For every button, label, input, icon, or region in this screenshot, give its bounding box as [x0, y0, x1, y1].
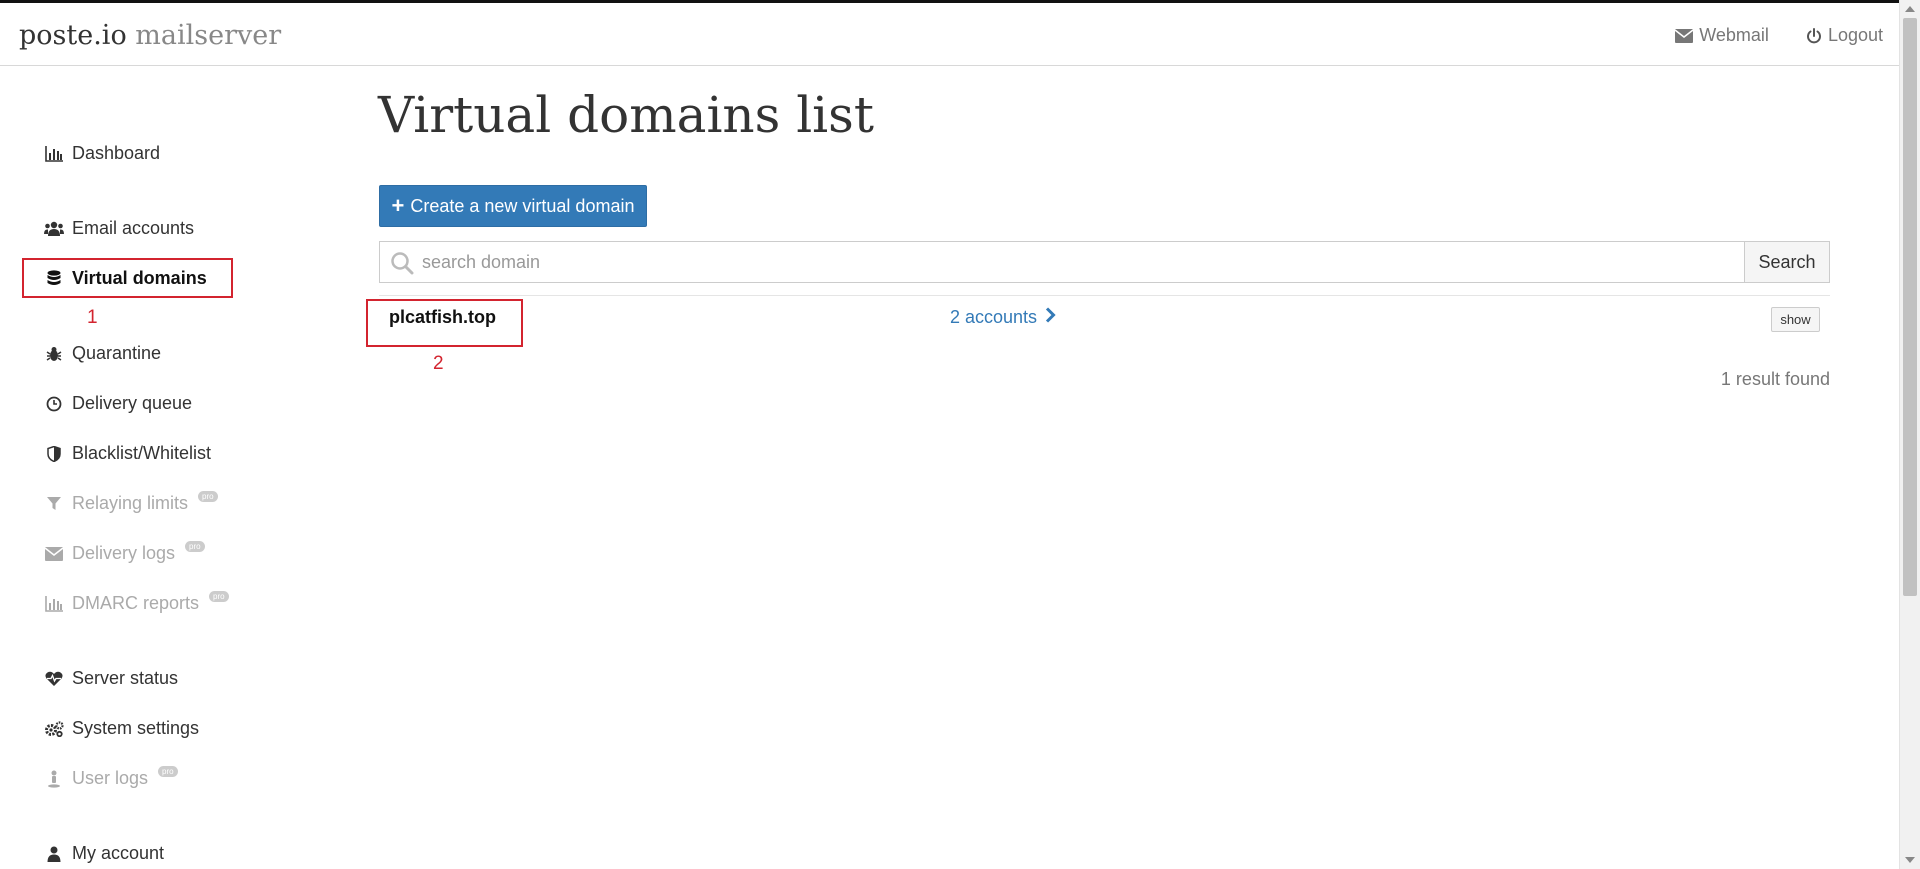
pro-badge: pro [209, 591, 229, 602]
sidebar-item-dmarc-reports: DMARC reports pro [44, 591, 229, 614]
pro-badge: pro [198, 491, 218, 502]
sidebar-item-quarantine[interactable]: Quarantine [44, 343, 161, 364]
brand-primary: poste.io [19, 20, 127, 51]
envelope-icon [44, 544, 64, 564]
page-title: Virtual domains list [378, 86, 874, 144]
scrollbar-thumb[interactable] [1903, 18, 1917, 596]
shield-icon [44, 444, 64, 464]
users-icon [44, 219, 64, 239]
top-nav-links: Webmail Logout [1675, 25, 1883, 46]
page-scrollbar[interactable] [1899, 0, 1920, 869]
heartbeat-icon [44, 669, 64, 689]
top-navbar: poste.io mailserver Webmail Logout [0, 0, 1899, 66]
sidebar-item-email-accounts[interactable]: Email accounts [44, 218, 194, 239]
sidebar-item-label: System settings [72, 718, 200, 738]
user-location-icon [44, 769, 64, 789]
sidebar-item-my-account[interactable]: My account [44, 843, 164, 864]
logout-link[interactable]: Logout [1806, 25, 1883, 46]
domain-accounts-link[interactable]: 2 accounts [950, 307, 1056, 328]
sidebar-item-label: Email accounts [72, 218, 195, 238]
scroll-up-arrow-icon[interactable] [1905, 6, 1915, 12]
sidebar-item-blacklist-whitelist[interactable]: Blacklist/Whitelist [44, 443, 211, 464]
brand-logo[interactable]: poste.io mailserver [19, 20, 281, 51]
search-button[interactable]: Search [1744, 241, 1830, 283]
show-domain-button[interactable]: show [1771, 307, 1820, 332]
user-icon [44, 844, 64, 864]
webmail-link[interactable]: Webmail [1675, 25, 1769, 46]
sidebar-item-relaying-limits: Relaying limits pro [44, 491, 218, 514]
webmail-label: Webmail [1699, 25, 1769, 45]
clock-icon [44, 394, 64, 414]
brand-secondary: mailserver [135, 20, 282, 51]
sidebar-item-label: Delivery queue [72, 393, 193, 413]
scroll-down-arrow-icon[interactable] [1905, 857, 1915, 863]
accounts-count-label: 2 accounts [950, 307, 1038, 327]
sidebar-item-label: Server status [72, 668, 179, 688]
filter-icon [44, 494, 64, 514]
sidebar-item-label: My account [72, 843, 165, 863]
sidebar-item-dashboard[interactable]: Dashboard [44, 143, 160, 164]
sidebar-item-label: Delivery logs [72, 543, 176, 563]
pro-badge: pro [158, 766, 178, 777]
annotation-number-1: 1 [87, 307, 98, 328]
list-divider [379, 295, 1830, 296]
sidebar-item-label: User logs [72, 768, 149, 788]
bar-chart-icon [44, 144, 64, 164]
bug-icon [44, 344, 64, 364]
gears-icon [44, 719, 64, 739]
search-icon [390, 251, 414, 280]
bar-chart-icon [44, 594, 64, 614]
create-button-label: Create a new virtual domain [410, 195, 635, 216]
sidebar-item-delivery-queue[interactable]: Delivery queue [44, 393, 192, 414]
pro-badge: pro [185, 541, 205, 552]
sidebar-item-delivery-logs: Delivery logs pro [44, 541, 205, 564]
sidebar-item-system-settings[interactable]: System settings [44, 718, 199, 739]
annotation-box-1 [22, 258, 233, 298]
chevron-right-icon [1045, 307, 1056, 328]
annotation-number-2: 2 [433, 353, 444, 374]
sidebar-item-label: Relaying limits [72, 493, 189, 513]
sidebar-item-user-logs: User logs pro [44, 766, 178, 789]
sidebar-item-label: Blacklist/Whitelist [72, 443, 212, 463]
sidebar-item-label: Quarantine [72, 343, 162, 363]
result-count: 1 result found [1720, 369, 1830, 389]
create-virtual-domain-button[interactable]: + Create a new virtual domain [379, 185, 647, 227]
search-field [379, 241, 1744, 283]
search-input[interactable] [422, 242, 1722, 282]
search-form: Search [379, 241, 1830, 283]
plus-icon: + [391, 193, 405, 218]
sidebar-item-label: DMARC reports [72, 593, 200, 613]
domain-name-link[interactable]: plcatfish.top [389, 307, 496, 328]
sidebar-item-label: Dashboard [72, 143, 161, 163]
logout-label: Logout [1827, 25, 1883, 45]
power-icon [1806, 27, 1822, 44]
sidebar-item-server-status[interactable]: Server status [44, 668, 178, 689]
envelope-icon [1675, 28, 1694, 43]
